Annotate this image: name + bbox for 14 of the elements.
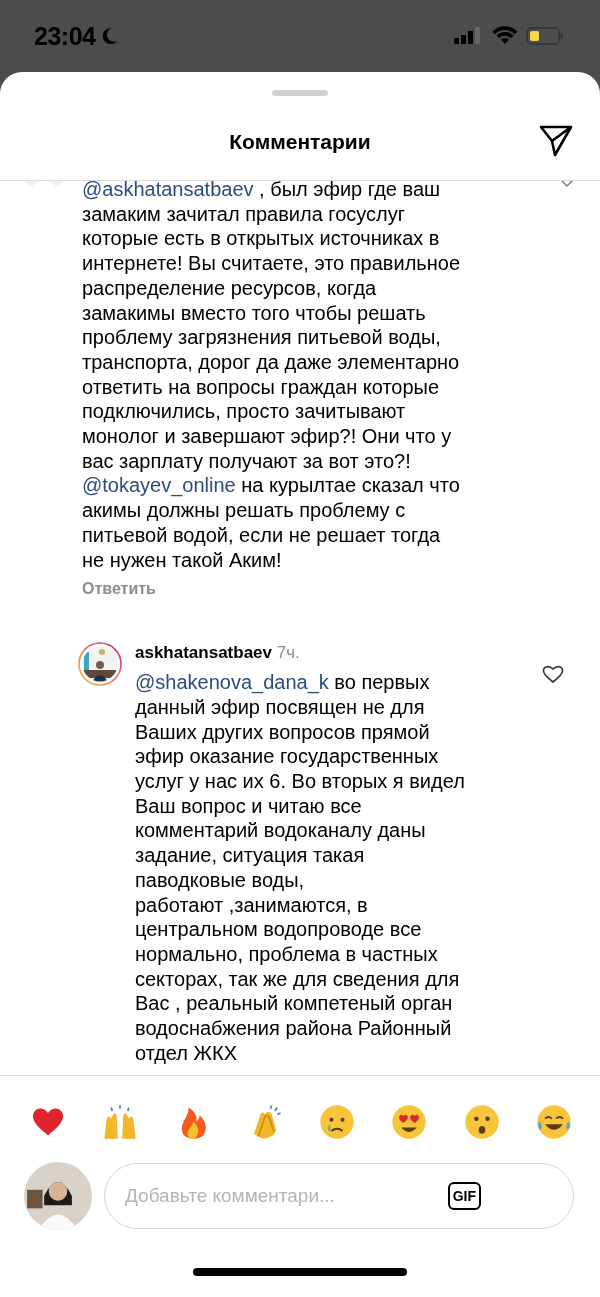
mention-link[interactable]: @shakenova_dana_k (135, 671, 329, 694)
comment-meta: askhatansatbaev 7ч. (135, 642, 301, 665)
mention-link[interactable]: @tokayev_online (82, 474, 236, 497)
drag-handle[interactable] (272, 90, 328, 96)
comment-text: @shakenova_dana_k во первых данный эфир посвящен не для Ваших других вопросов прямой эфир оказание государственных услуг у нас их 6. Во вторых я видел Ваш вопрос и читаю все комментарий водоканалу даны задание, ситуация такая паводковые воды, работают ,занимаются, в центральном водопроводе все нормально, проблема в частных секторах, так же для сведения для Вас , реальный компетеный орган водоснабжения района Районный отдел ЖКХ (135, 670, 466, 1066)
heart-icon[interactable] (542, 664, 564, 685)
clock-time: 23:04 (34, 21, 96, 51)
gif-button[interactable]: GIF (447, 1182, 481, 1210)
mention-link[interactable]: @askhatansatbaev (82, 181, 254, 200)
battery-icon (526, 26, 564, 46)
wifi-icon (492, 26, 518, 46)
sheet-title: Комментарии (229, 130, 371, 154)
comment-text: @askhatansatbaev , был эфир где ваш замаким зачитал правила госуслуг которые есть в открытых источниках в интернете! Вы считаете, это правильное распределение ресурсов, когда замакимы вместо того чтобы решать проблему загрязнения питьевой воды, транспорта, дорог да даже элементарно ответить на вопросы граждан которые подключились, просто зачитывают монолог и завершают эфир?! Они что у вас зарплату получают за вот это?! @tokayev_online на курылтае сказал что акимы должны решать проблему с питьевой водой, если не решает тогда не нужен такой Аким! (82, 181, 462, 573)
send-icon[interactable] (538, 124, 574, 158)
